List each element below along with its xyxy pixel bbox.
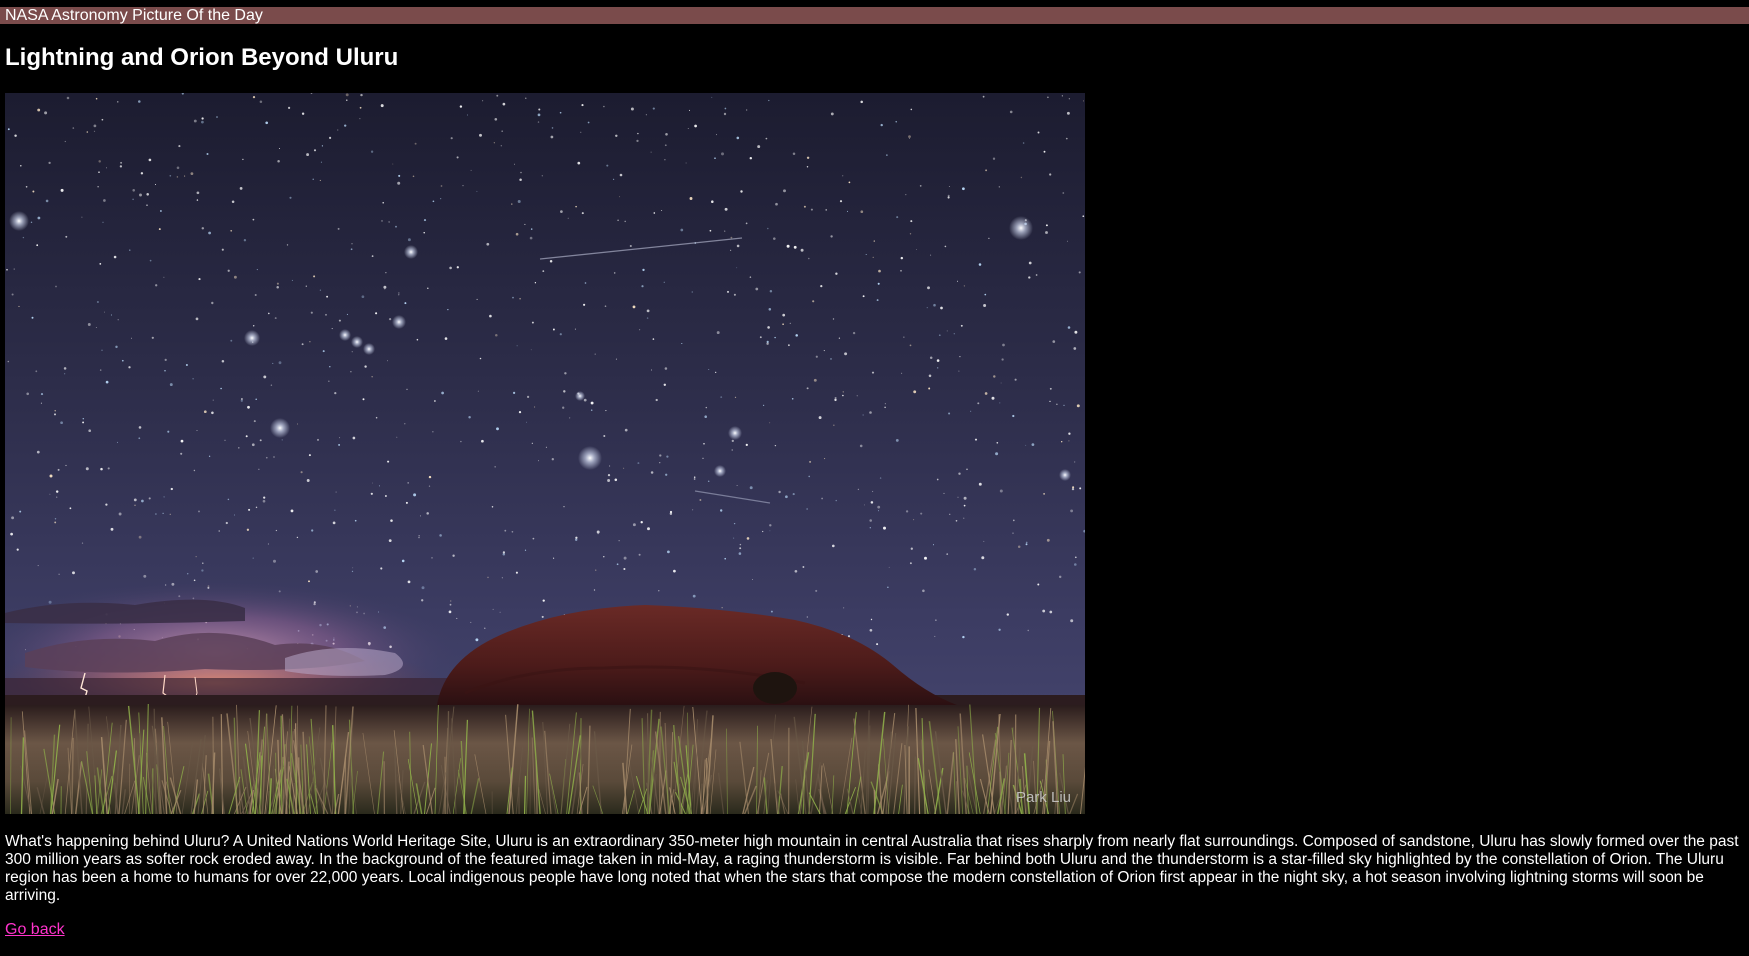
page-title: Lightning and Orion Beyond Uluru: [5, 44, 399, 71]
go-back-link[interactable]: Go back: [5, 921, 65, 939]
header-bar: NASA Astronomy Picture Of the Day: [0, 7, 1749, 24]
featured-image: Park Liu: [5, 93, 1085, 814]
featured-image-scene: [5, 93, 1085, 814]
photo-credit: Park Liu: [1015, 789, 1071, 806]
image-description: What's happening behind Uluru? A United …: [5, 833, 1739, 904]
site-title: NASA Astronomy Picture Of the Day: [5, 7, 263, 24]
